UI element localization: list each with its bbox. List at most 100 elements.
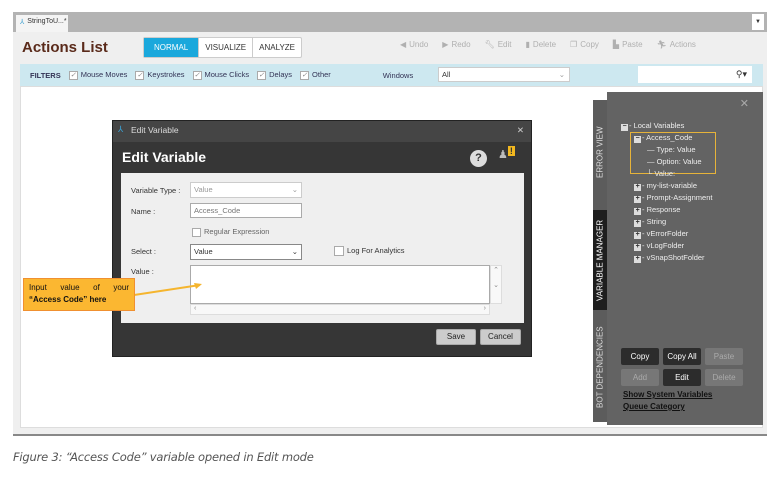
paste-icon: ▙ [612, 40, 620, 49]
redo-button[interactable]: ▶ Redo [442, 40, 470, 49]
variable-type-select[interactable]: Value ⌄ [190, 182, 302, 198]
dialog-form: Variable Type : Value ⌄ Name : Access_Cod… [121, 173, 524, 323]
chevron-down-icon: ⌄ [291, 185, 298, 194]
queue-category-link[interactable]: Queue Category [623, 402, 685, 411]
expand-icon: + [634, 195, 641, 203]
side-tabs: ERROR VIEW VARIABLE MANAGER BOT DEPENDEN… [593, 100, 607, 422]
tab-bot-dependencies[interactable]: BOT DEPENDENCIES [593, 312, 607, 422]
variable-detail: └ Value: [647, 169, 676, 178]
dialog-titlebar: ⅄ Edit Variable ✕ [113, 121, 531, 142]
variable-type-label: Variable Type : [131, 186, 181, 195]
add-variable-button[interactable]: Add [621, 369, 659, 386]
windows-label: Windows [382, 70, 414, 80]
delete-variable-button[interactable]: Delete [705, 369, 743, 386]
select-dropdown[interactable]: Value ⌄ [190, 244, 302, 260]
filter-other[interactable]: ✓ Other [300, 70, 331, 80]
expand-icon: + [634, 183, 641, 191]
filter-mouse-moves[interactable]: ✓ Mouse Moves [68, 70, 127, 80]
page-title: Actions List [22, 39, 108, 56]
select-label: Select : [131, 247, 157, 256]
show-system-variables-link[interactable]: Show System Variables [623, 390, 712, 399]
checkbox-checked-icon[interactable]: ✓ [192, 70, 202, 80]
paste-button[interactable]: ▙ Paste [613, 40, 643, 49]
tree-node-variable[interactable]: + - vErrorFolder [634, 229, 688, 239]
tree-node-local-variables[interactable]: − - Local Variables [621, 121, 684, 131]
figure-caption: Figure 3: “Access Code” variable opened … [13, 450, 314, 464]
app-logo-icon: ⅄ [118, 124, 124, 134]
checkbox-checked-icon[interactable]: ✓ [68, 70, 78, 80]
save-button[interactable]: Save [436, 329, 476, 345]
mode-visualize[interactable]: VISUALIZE [199, 38, 254, 57]
chevron-down-icon: ⌄ [558, 70, 565, 79]
undo-button[interactable]: ◀ Undo [400, 40, 428, 49]
variable-detail: — Type: Value [647, 145, 696, 154]
checkbox-checked-icon[interactable]: ✓ [135, 70, 145, 80]
dialog-heading: Edit Variable [122, 149, 207, 165]
undo-icon: ◀ [400, 40, 407, 49]
help-icon[interactable]: ? [470, 150, 487, 167]
file-tab[interactable]: ⅄ StringToU...* [16, 15, 68, 32]
filters-label: FILTERS [30, 70, 61, 80]
tree-node-variable[interactable]: + - String [634, 217, 666, 227]
redo-icon: ▶ [442, 40, 449, 49]
actions-button[interactable]: 🏃︎ Actions [657, 40, 696, 49]
copy-button[interactable]: ❐ Copy [570, 40, 599, 49]
collapse-icon: − [621, 123, 628, 131]
name-field[interactable]: Access_Code [190, 203, 302, 218]
tree-node-variable[interactable]: + - Response [634, 205, 680, 215]
filter-mouse-clicks[interactable]: ✓ Mouse Clicks [192, 70, 249, 80]
delete-button[interactable]: ▮ Delete [526, 40, 557, 49]
filter-keystrokes[interactable]: ✓ Keystrokes [135, 70, 185, 80]
mode-normal[interactable]: NORMAL [144, 38, 200, 57]
close-icon[interactable]: ✕ [517, 125, 524, 136]
checkbox-checked-icon[interactable]: ✓ [257, 70, 267, 80]
close-icon[interactable]: ✕ [740, 97, 749, 110]
wrench-icon: 🔧︎ [484, 40, 495, 49]
user-alert-icon[interactable]: ♟! [498, 146, 515, 161]
windows-select[interactable]: All ⌄ [438, 67, 570, 82]
tab-variable-manager[interactable]: VARIABLE MANAGER [593, 210, 607, 310]
copy-all-button[interactable]: Copy All [663, 348, 701, 365]
edit-button[interactable]: 🔧︎ Edit [485, 40, 512, 49]
name-label: Name : [131, 207, 156, 216]
regex-checkbox[interactable]: Regular Expression [192, 227, 269, 237]
expand-icon: + [634, 231, 641, 239]
variable-detail: — Option: Value [647, 157, 702, 166]
trash-icon: ▮ [525, 40, 530, 49]
variable-manager-panel: ✕ − - Local Variables − - Access_Code — Ty… [607, 92, 763, 425]
expand-icon: + [634, 243, 641, 251]
app-logo-icon: ⅄ [20, 19, 25, 26]
annotation-callout: Input value of your “Access Code” here [23, 278, 135, 311]
tab-error-view[interactable]: ERROR VIEW [593, 100, 607, 205]
tab-bar [13, 12, 767, 32]
filter-delays[interactable]: ✓ Delays [257, 70, 292, 80]
expand-icon: + [634, 219, 641, 227]
toolbar: ◀ Undo ▶ Redo 🔧︎ Edit ▮ Delete ❐ Copy ▙ Paste … [400, 40, 696, 49]
mode-switcher: NORMAL VISUALIZE ANALYZE [143, 37, 303, 58]
tree-node-variable[interactable]: + - Prompt-Assignment [634, 193, 712, 203]
horizontal-scrollbar[interactable]: ‹ › [190, 304, 490, 315]
vertical-scrollbar[interactable]: ⌃ ⌄ [490, 265, 502, 304]
copy-variable-button[interactable]: Copy [621, 348, 659, 365]
tab-dropdown-button[interactable]: ▼ [752, 14, 764, 30]
value-label: Value : [131, 267, 154, 276]
paste-variable-button[interactable]: Paste [705, 348, 743, 365]
mode-analyze[interactable]: ANALYZE [253, 38, 301, 57]
run-icon: 🏃︎ [656, 40, 667, 49]
edit-variable-dialog: ⅄ Edit Variable ✕ Edit Variable ? ♟! Var… [112, 120, 532, 357]
checkbox-checked-icon[interactable]: ✓ [300, 70, 310, 80]
search-icon: ⚲▾ [735, 69, 747, 79]
expand-icon: + [634, 255, 641, 263]
tree-node-variable[interactable]: + - vLogFolder [634, 241, 684, 251]
callout-arrow [134, 283, 202, 296]
tree-node-access-code[interactable]: − - Access_Code [634, 133, 692, 143]
tree-node-variable[interactable]: + - vSnapShotFolder [634, 253, 705, 263]
cancel-button[interactable]: Cancel [480, 329, 521, 345]
copy-icon: ❐ [570, 40, 578, 49]
value-textarea[interactable] [190, 265, 490, 304]
log-analytics-checkbox[interactable]: Log For Analytics [334, 246, 405, 257]
search-input[interactable]: ⚲▾ [638, 66, 752, 83]
edit-variable-button[interactable]: Edit [663, 369, 701, 386]
tree-node-variable[interactable]: + - my-list-variable [634, 181, 697, 191]
collapse-icon: − [634, 135, 641, 143]
